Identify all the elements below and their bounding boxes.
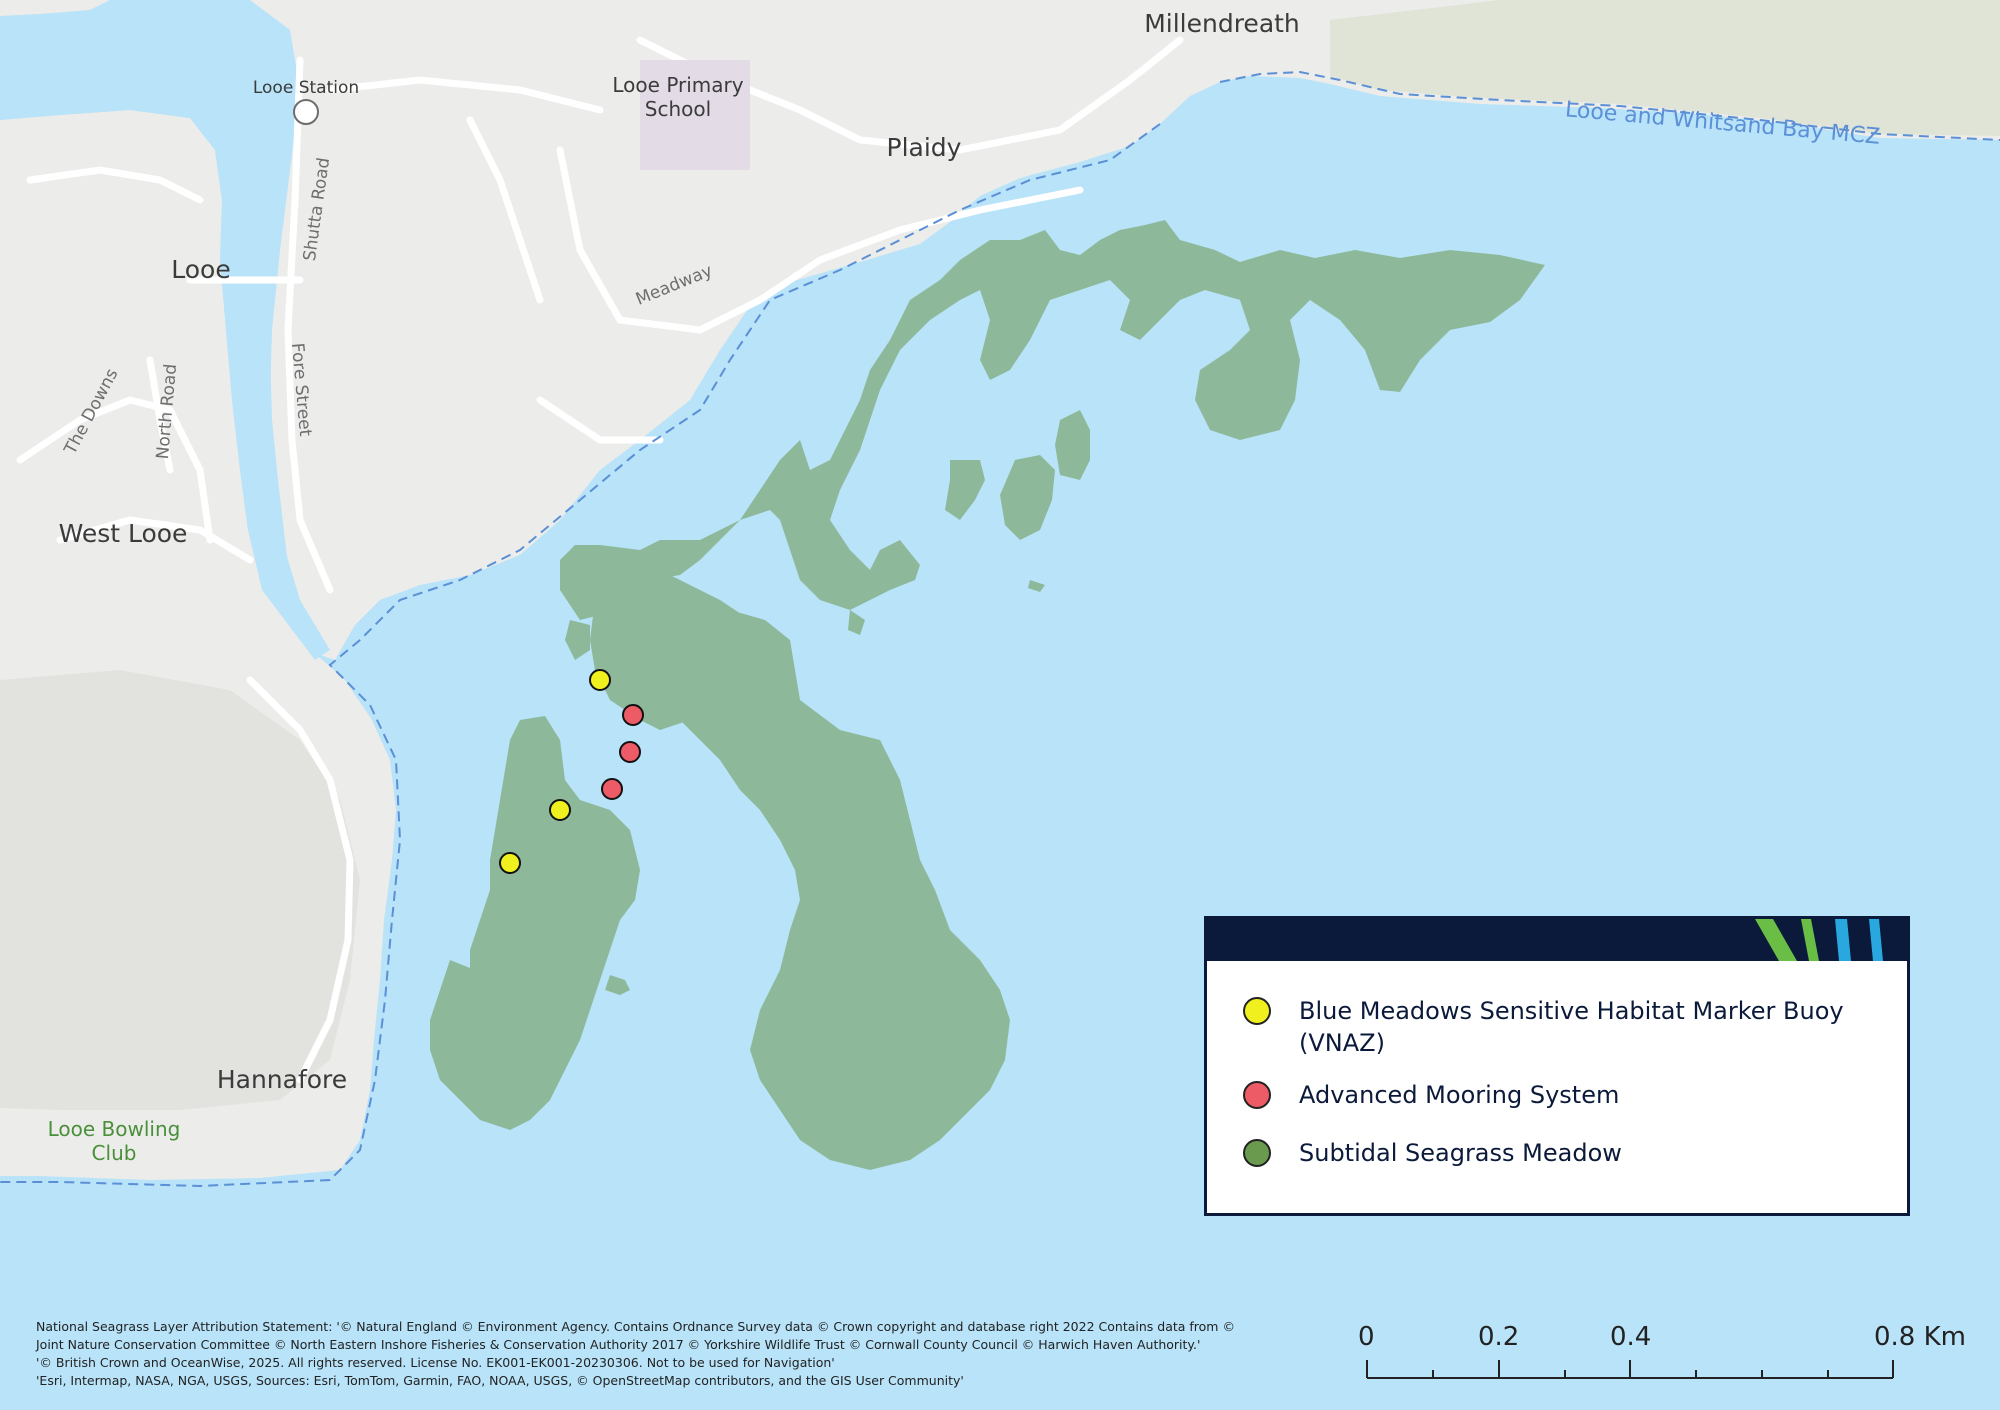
label-west-looe: West Looe (59, 519, 188, 548)
legend-item-mooring: Advanced Mooring System (1243, 1079, 1859, 1111)
legend-item-seagrass: Subtidal Seagrass Meadow (1243, 1137, 1859, 1169)
seagrass-patch-3 (1055, 410, 1090, 480)
scale-label: 0.2 (1478, 1322, 1520, 1352)
scale-label: 0 (1358, 1322, 1375, 1352)
scale-bar-ticks (1366, 1360, 1894, 1379)
label-plaidy: Plaidy (887, 133, 962, 162)
station-icon (293, 99, 319, 125)
label-bowling-2: Club (92, 1141, 137, 1165)
label-bowling-1: Looe Bowling (48, 1117, 181, 1141)
attribution-line: National Seagrass Layer Attribution Stat… (36, 1319, 1235, 1334)
legend-label: Blue Meadows Sensitive Habitat Marker Bu… (1299, 997, 1844, 1057)
legend-swatch-yellow (1243, 997, 1271, 1025)
legend-label: Advanced Mooring System (1299, 1081, 1620, 1109)
legend-header (1207, 919, 1907, 961)
legend-swatch-green (1243, 1139, 1271, 1167)
attribution-line: 'Esri, Intermap, NASA, NGA, USGS, Source… (36, 1373, 964, 1388)
legend-swatch-red (1243, 1081, 1271, 1109)
label-looe: Looe (171, 255, 230, 284)
legend: Blue Meadows Sensitive Habitat Marker Bu… (1204, 916, 1910, 1216)
marker-buoy[interactable] (499, 852, 521, 874)
legend-logo-stripes (1755, 919, 1883, 961)
mooring-system[interactable] (601, 778, 623, 800)
legend-label: Subtidal Seagrass Meadow (1299, 1139, 1622, 1167)
scale-bar: 0 0.2 0.4 0.8 Km (1350, 1316, 1970, 1386)
scale-label: 0.8 Km (1874, 1322, 1966, 1352)
mooring-system[interactable] (622, 704, 644, 726)
label-looe-station: Looe Station (253, 78, 359, 98)
label-millendreath: Millendreath (1144, 9, 1300, 38)
marker-buoy[interactable] (589, 669, 611, 691)
attribution: National Seagrass Layer Attribution Stat… (36, 1318, 1236, 1390)
attribution-line: '© British Crown and OceanWise, 2025. Al… (36, 1355, 835, 1370)
label-school-2: School (645, 97, 711, 121)
label-hannafore: Hannafore (217, 1065, 347, 1094)
scale-label: 0.4 (1610, 1322, 1652, 1352)
marker-buoy[interactable] (549, 799, 571, 821)
label-school-1: Looe Primary (612, 73, 743, 97)
mooring-system[interactable] (619, 741, 641, 763)
legend-item-marker-buoy: Blue Meadows Sensitive Habitat Marker Bu… (1243, 995, 1859, 1059)
attribution-line: Joint Nature Conservation Committee © No… (36, 1337, 1201, 1352)
